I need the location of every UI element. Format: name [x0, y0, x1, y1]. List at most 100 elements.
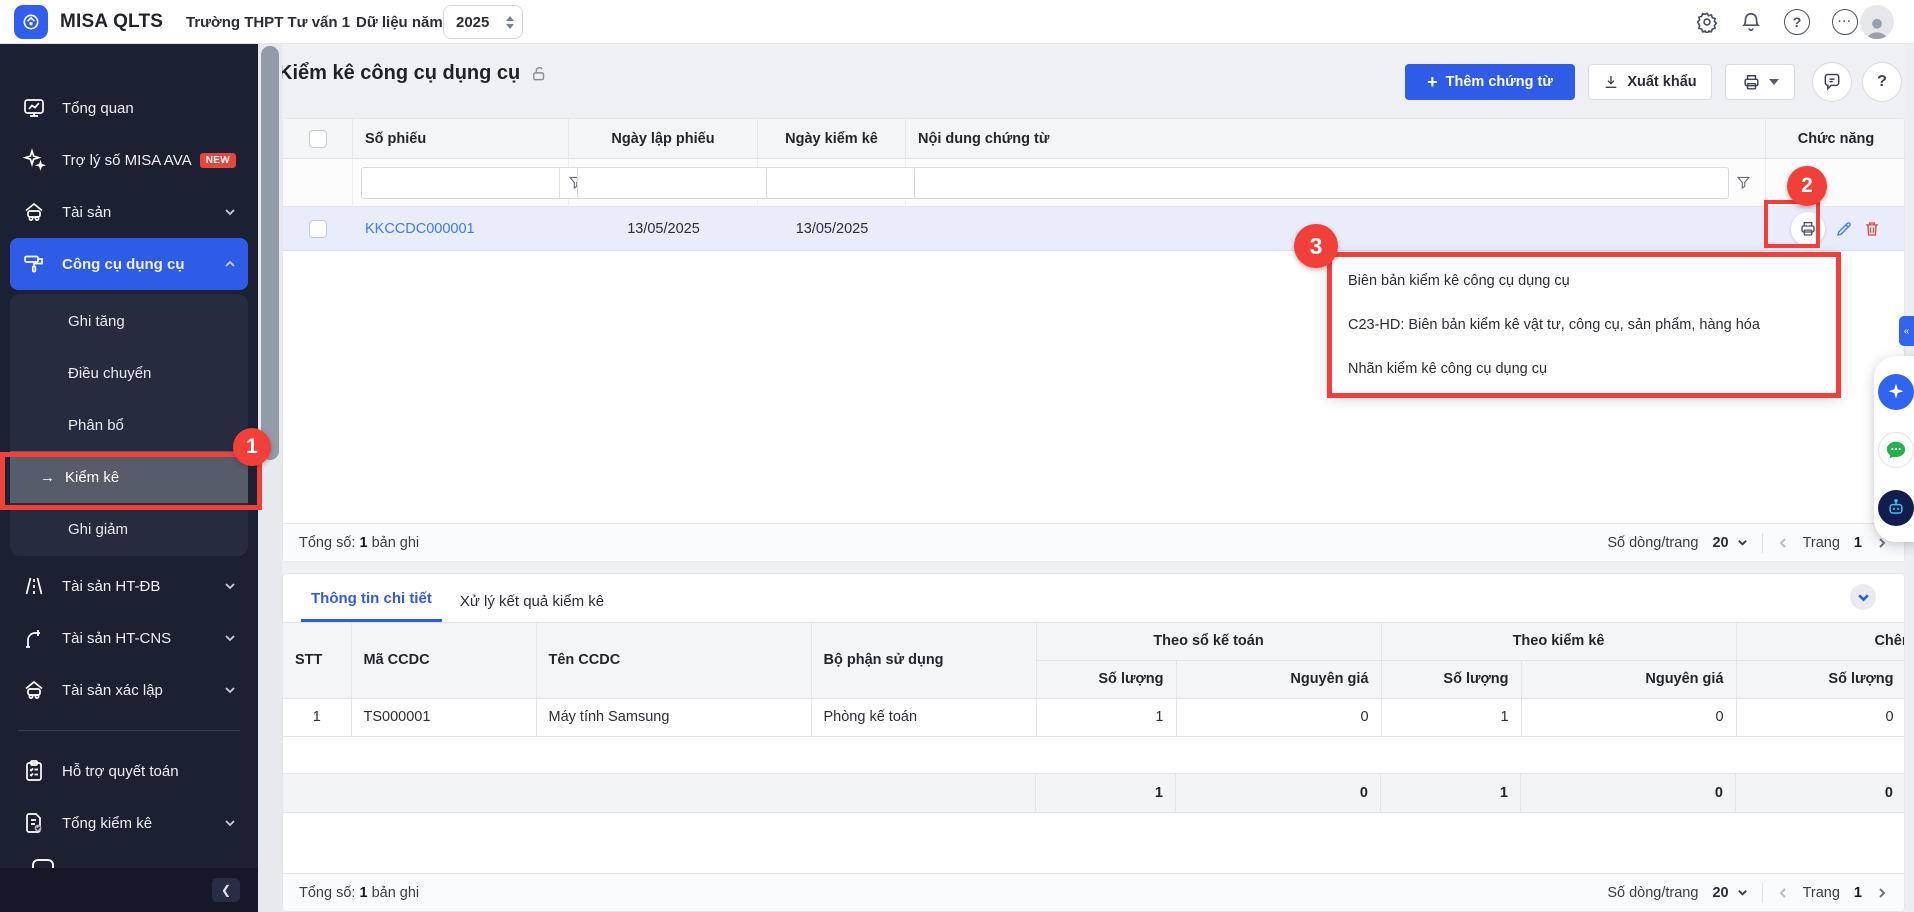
column-header-ngay-kiem-ke[interactable]: Ngày kiểm kê: [758, 119, 906, 159]
col-nguyen-gia[interactable]: Nguyên giá: [1521, 660, 1736, 698]
settings-gear-icon[interactable]: [1696, 11, 1718, 33]
help-icon[interactable]: ?: [1784, 9, 1810, 35]
filter-so-phieu-input[interactable]: [362, 168, 559, 198]
document-number-link[interactable]: KKCCDC000001: [365, 221, 475, 237]
chevron-up-icon: [224, 258, 236, 270]
notifications-bell-icon[interactable]: [1740, 11, 1762, 33]
row-delete-button[interactable]: [1863, 220, 1881, 238]
menu-item-bien-ban-kiem-ke[interactable]: Biên bản kiểm kê công cụ dụng cụ: [1330, 259, 1838, 303]
sidebar-item-ho-tro-quyet-toan[interactable]: Hỗ trợ quyết toán: [10, 745, 248, 797]
menu-item-c23-hd[interactable]: C23-HD: Biên bản kiểm kê vật tư, công cụ…: [1330, 303, 1838, 347]
annotation-step-1: 1: [233, 428, 271, 466]
support-chat-button[interactable]: [1878, 432, 1914, 468]
panel-collapse-button[interactable]: [1850, 584, 1876, 610]
export-button[interactable]: Xuất khẩu: [1588, 64, 1712, 100]
rows-per-page-select[interactable]: 20: [1712, 535, 1747, 551]
group-theo-so-ke-toan: Theo sổ kế toán: [1036, 623, 1381, 660]
filter-funnel-icon[interactable]: [1729, 175, 1757, 190]
col-ma-ccdc[interactable]: Mã CCDC: [351, 623, 536, 698]
top-bar: MISA QLTS Trường THPT Tư vấn 1 Dữ liệu n…: [0, 0, 1914, 44]
chevron-down-icon: [224, 817, 236, 829]
next-page-button[interactable]: [1876, 887, 1888, 899]
col-so-luong[interactable]: Số lượng: [1036, 660, 1176, 698]
records-total: Tổng số: 1 bản ghi: [299, 535, 419, 551]
row-edit-button[interactable]: [1835, 220, 1853, 238]
filter-noi-dung[interactable]: [914, 167, 1729, 199]
col-so-luong[interactable]: Số lượng: [1381, 660, 1521, 698]
chatbot-button[interactable]: [1878, 490, 1914, 526]
page-help-button[interactable]: ?: [1862, 62, 1902, 102]
chevron-down-icon: [224, 632, 236, 644]
user-avatar[interactable]: [1860, 5, 1894, 39]
sidebar-item-dieu-chuyen[interactable]: Điều chuyển: [10, 347, 248, 399]
unlock-icon[interactable]: [530, 65, 548, 83]
caret-down-icon: [1769, 79, 1779, 85]
prev-page-button[interactable]: [1777, 887, 1789, 899]
organization-name[interactable]: Trường THPT Tư vấn 1: [186, 0, 350, 44]
sidebar-item-ghi-tang[interactable]: Ghi tăng: [10, 295, 248, 347]
scrollbar-thumb[interactable]: [261, 46, 279, 460]
column-header-noi-dung[interactable]: Nội dung chứng từ: [906, 119, 1766, 159]
feedback-chat-button[interactable]: [1812, 62, 1852, 102]
chevron-down-icon: [224, 206, 236, 218]
prev-page-button[interactable]: [1777, 537, 1789, 549]
sidebar-item-tong-kiem-ke[interactable]: Tổng kiểm kê: [10, 797, 248, 849]
chevron-down-icon: [224, 684, 236, 696]
sidebar-item-kiem-ke[interactable]: → Kiểm kê: [10, 451, 248, 503]
sidebar-item-cong-cu-dung-cu[interactable]: Công cụ dụng cụ: [10, 238, 248, 290]
row-print-button[interactable]: [1791, 212, 1825, 246]
detail-panel: Thông tin chi tiết Xử lý kết quả kiểm kê…: [282, 573, 1905, 912]
rows-per-page-select[interactable]: 20: [1712, 885, 1747, 901]
widget-expand-tab[interactable]: «: [1899, 316, 1914, 346]
sidebar-item-tai-san-ht-db[interactable]: Tài sản HT-ĐB: [10, 560, 248, 612]
ava-assistant-button[interactable]: [1878, 374, 1914, 410]
sidebar-collapse-button[interactable]: ❮: [212, 878, 240, 902]
sidebar-item-tai-san-xac-lap[interactable]: Tài sản xác lập: [10, 664, 248, 716]
sidebar-item-ghi-giam[interactable]: Ghi giảm: [10, 503, 248, 555]
misa-logo[interactable]: [14, 5, 48, 39]
sidebar-item-phan-bo[interactable]: Phân bổ: [10, 399, 248, 451]
col-ten-ccdc[interactable]: Tên CCDC: [536, 623, 811, 698]
current-page[interactable]: 1: [1854, 535, 1862, 551]
sl-chenh-lech-cell: 0: [1736, 698, 1904, 736]
sidebar-item-tai-san-ht-cns[interactable]: Tài sản HT-CNS: [10, 612, 248, 664]
select-all-cell[interactable]: [283, 119, 353, 159]
sidebar-item-tong-quan[interactable]: Tổng quan: [10, 82, 248, 134]
sidebar-item-label: Tổng quan: [62, 100, 134, 117]
table-row[interactable]: KKCCDC000001 13/05/2025 13/05/2025: [283, 207, 1904, 251]
col-so-luong[interactable]: Số lượng: [1736, 660, 1904, 698]
add-document-button[interactable]: + Thêm chứng từ: [1405, 64, 1575, 100]
print-dropdown-button[interactable]: [1725, 64, 1795, 100]
sidebar-item-tai-san[interactable]: Tài sản: [10, 186, 248, 238]
sidebar-scrollbar[interactable]: [258, 44, 282, 912]
year-spinner[interactable]: [506, 16, 514, 29]
col-bo-phan[interactable]: Bộ phận sử dụng: [811, 623, 1036, 698]
year-select[interactable]: 2025: [443, 5, 523, 39]
sidebar-item-misa-ava[interactable]: Trợ lý số MISA AVA NEW: [10, 134, 248, 186]
row-checkbox[interactable]: [309, 220, 327, 238]
current-page[interactable]: 1: [1854, 885, 1862, 901]
detail-row[interactable]: 1 TS000001 Máy tính Samsung Phòng kế toá…: [283, 698, 1904, 736]
filter-ngay-lap-input[interactable]: [578, 168, 775, 198]
more-options-icon[interactable]: ···: [1832, 9, 1858, 35]
menu-item-nhan-kiem-ke[interactable]: Nhãn kiểm kê công cụ dụng cụ: [1330, 347, 1838, 391]
column-header-ngay-lap[interactable]: Ngày lập phiếu: [569, 119, 758, 159]
col-stt[interactable]: STT: [283, 623, 351, 698]
col-nguyen-gia[interactable]: Nguyên giá: [1176, 660, 1381, 698]
sidebar-item-label: Tài sản xác lập: [62, 682, 163, 699]
chat-bubble-icon: [1822, 72, 1842, 92]
select-all-checkbox[interactable]: [309, 130, 327, 148]
column-header-so-phieu[interactable]: Số phiếu: [353, 119, 569, 159]
tab-xu-ly-ket-qua[interactable]: Xử lý kết quả kiểm kê: [450, 581, 614, 622]
filter-noi-dung-input[interactable]: [915, 168, 1728, 198]
grid-pagination: Tổng số: 1 bản ghi Số dòng/trang 20 Tran…: [283, 523, 1904, 561]
filter-so-phieu[interactable]: [361, 167, 591, 199]
ngay-lap-cell: 13/05/2025: [569, 207, 758, 250]
sl-kiem-ke-cell: 1: [1381, 698, 1521, 736]
ten-ccdc-cell: Máy tính Samsung: [536, 698, 811, 736]
road-icon: [22, 574, 46, 598]
ng-kiem-ke-cell: 0: [1521, 698, 1736, 736]
tab-thong-tin-chi-tiet[interactable]: Thông tin chi tiết: [301, 578, 442, 622]
stt-cell: 1: [283, 698, 351, 736]
ma-ccdc-cell: TS000001: [351, 698, 536, 736]
